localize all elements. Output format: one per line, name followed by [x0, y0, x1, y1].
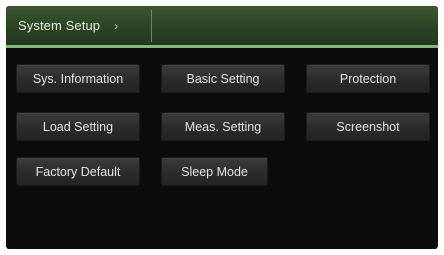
sys-information-button[interactable]: Sys. Information: [16, 64, 140, 93]
protection-button[interactable]: Protection: [306, 64, 430, 93]
meas-setting-button[interactable]: Meas. Setting: [161, 112, 285, 141]
sleep-mode-button[interactable]: Sleep Mode: [161, 157, 268, 186]
header-bar: System Setup ›: [6, 6, 438, 45]
chevron-right-icon: ›: [114, 18, 119, 33]
screenshot-button[interactable]: Screenshot: [306, 112, 430, 141]
page-title: System Setup: [18, 18, 101, 33]
system-setup-screen: System Setup › Sys. Information Basic Se…: [6, 6, 438, 249]
tab-divider: [151, 10, 152, 42]
breadcrumb-system-setup[interactable]: System Setup ›: [6, 6, 152, 45]
factory-default-button[interactable]: Factory Default: [16, 157, 140, 186]
load-setting-button[interactable]: Load Setting: [16, 112, 140, 141]
header-accent-line: [6, 45, 438, 48]
basic-setting-button[interactable]: Basic Setting: [161, 64, 285, 93]
